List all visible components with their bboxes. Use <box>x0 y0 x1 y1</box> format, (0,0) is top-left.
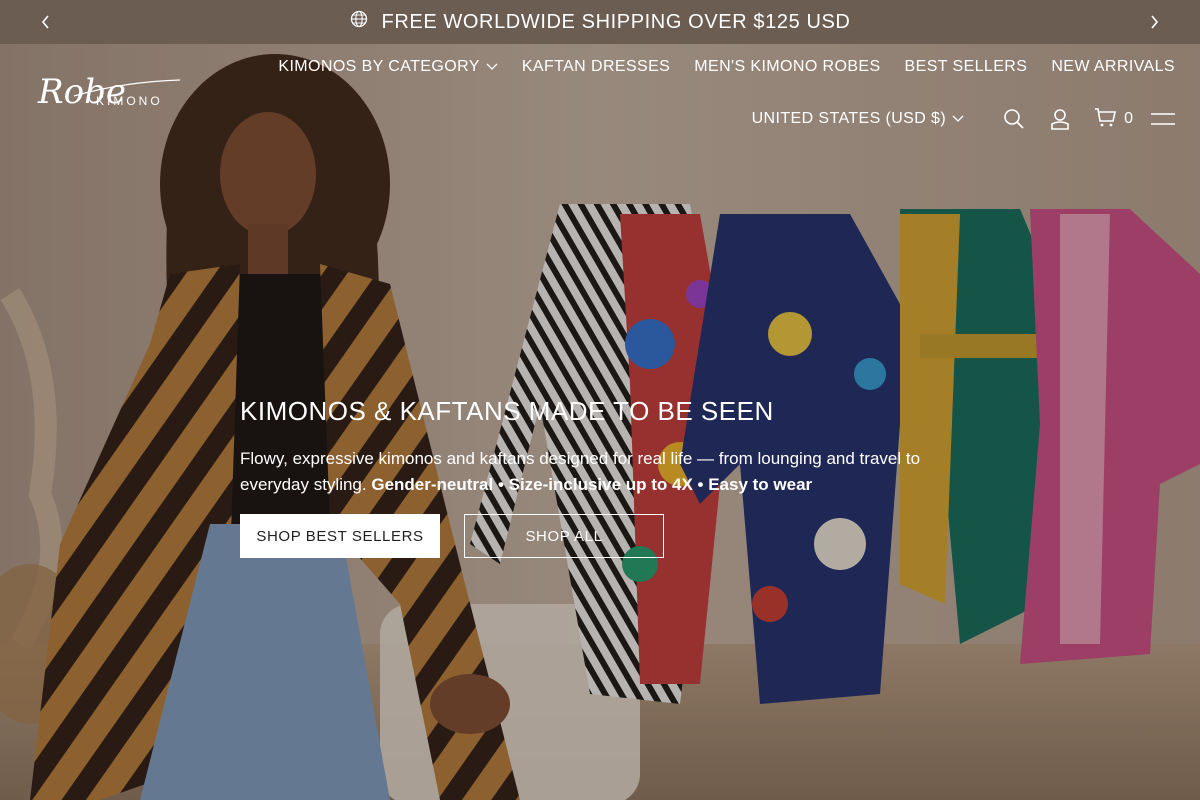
nav-item-mens-kimono-robes[interactable]: MEN'S KIMONO ROBES <box>694 58 880 76</box>
cart-count: 0 <box>1124 110 1133 127</box>
logo-wordmark: KIMONO <box>96 94 163 108</box>
nav-item-kimonos-by-category[interactable]: KIMONOS BY CATEGORY <box>278 58 498 76</box>
cart-button[interactable]: 0 <box>1094 107 1133 132</box>
main-nav: KIMONOS BY CATEGORY KAFTAN DRESSES MEN'S… <box>278 58 1175 76</box>
chevron-right-icon[interactable] <box>1132 0 1176 44</box>
nav-item-kaftan-dresses[interactable]: KAFTAN DRESSES <box>522 58 670 76</box>
hero-description: Flowy, expressive kimonos and kaftans de… <box>240 446 960 498</box>
announcement-message[interactable]: FREE WORLDWIDE SHIPPING OVER $125 USD <box>350 10 851 34</box>
brand-logo[interactable]: Robe KIMONO <box>38 72 183 124</box>
utility-bar: UNITED STATES (USD $) 0 <box>752 104 1175 134</box>
hero-copy: KIMONOS & KAFTANS MADE TO BE SEEN Flowy,… <box>240 394 960 558</box>
hero-headline: KIMONOS & KAFTANS MADE TO BE SEEN <box>240 396 774 426</box>
hero-ctas: SHOP BEST SELLERS SHOP ALL <box>240 514 960 558</box>
announcement-text: FREE WORLDWIDE SHIPPING OVER $125 USD <box>381 10 851 33</box>
nav-item-best-sellers[interactable]: BEST SELLERS <box>905 58 1028 76</box>
shop-best-sellers-button[interactable]: SHOP BEST SELLERS <box>240 514 440 558</box>
chevron-down-icon <box>952 110 964 128</box>
menu-icon[interactable] <box>1151 107 1175 131</box>
chevron-down-icon <box>486 58 498 76</box>
nav-item-new-arrivals[interactable]: NEW ARRIVALS <box>1051 58 1175 76</box>
account-icon[interactable] <box>1048 107 1072 131</box>
cart-icon <box>1094 107 1117 132</box>
currency-selector[interactable]: UNITED STATES (USD $) <box>752 110 965 128</box>
hero-highlights: Gender-neutral • Size-inclusive up to 4X… <box>371 475 813 494</box>
chevron-left-icon[interactable] <box>24 0 68 44</box>
nav-item-label: KIMONOS BY CATEGORY <box>278 58 480 75</box>
globe-icon <box>350 10 368 34</box>
announcement-bar: FREE WORLDWIDE SHIPPING OVER $125 USD <box>0 0 1200 44</box>
shop-all-button[interactable]: SHOP ALL <box>464 514 664 558</box>
currency-label: UNITED STATES (USD $) <box>751 110 947 127</box>
search-icon[interactable] <box>1002 107 1026 131</box>
